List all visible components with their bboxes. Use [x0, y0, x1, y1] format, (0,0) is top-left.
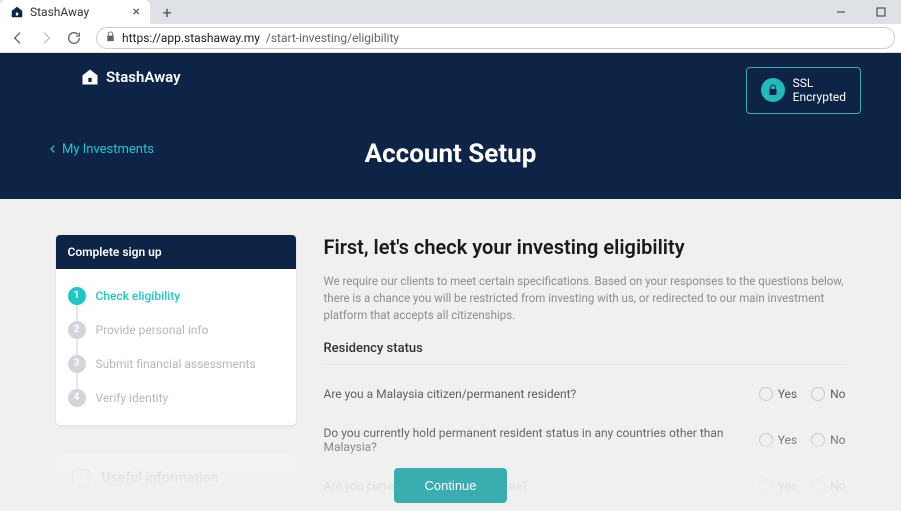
step-number: 3: [68, 355, 86, 373]
window-controls: [821, 0, 901, 24]
main-heading: First, let's check your investing eligib…: [324, 235, 846, 259]
steps-list: 1 Check eligibility 2 Provide personal i…: [56, 269, 296, 425]
continue-button[interactable]: Continue: [394, 468, 506, 503]
reload-button[interactable]: [62, 26, 86, 50]
back-link-label: My Investments: [62, 142, 154, 157]
step-number: 4: [68, 389, 86, 407]
browser-tab[interactable]: StashAway ×: [0, 0, 150, 24]
section-title: Residency status: [324, 341, 846, 365]
address-bar: https://app.stashaway.my/start-investing…: [0, 24, 901, 52]
step-label: Check eligibility: [96, 289, 181, 303]
option-no[interactable]: No: [811, 387, 845, 401]
house-icon: [80, 67, 100, 87]
step-number: 1: [68, 287, 86, 305]
radio-icon: [811, 387, 825, 401]
chevron-left-icon: [48, 144, 58, 154]
tab-title: StashAway: [30, 5, 89, 19]
app-header: StashAway SSL Encrypted My Investments A…: [0, 53, 901, 199]
content-area: Complete sign up 1 Check eligibility 2 P…: [0, 199, 901, 511]
step-provide-personal-info[interactable]: 2 Provide personal info: [56, 313, 296, 347]
step-verify-identity[interactable]: 4 Verify identity: [56, 381, 296, 415]
brand-text: StashAway: [106, 68, 181, 86]
browser-chrome: StashAway × + https://app.stashaway.my/s…: [0, 0, 901, 53]
signup-steps-card: Complete sign up 1 Check eligibility 2 P…: [56, 235, 296, 425]
continue-bar: Continue: [0, 468, 901, 511]
sidebar-header: Complete sign up: [56, 235, 296, 269]
radio-icon: [811, 433, 825, 447]
url-path: /start-investing/eligibility: [266, 31, 399, 45]
maximize-button[interactable]: [861, 0, 901, 24]
step-label: Verify identity: [96, 391, 169, 405]
option-yes[interactable]: Yes: [759, 433, 797, 447]
lock-icon: [105, 31, 116, 45]
ssl-line2: Encrypted: [793, 90, 846, 104]
ssl-lock-icon: [761, 78, 785, 102]
question-text: Do you currently hold permanent resident…: [324, 426, 759, 454]
option-yes[interactable]: Yes: [759, 387, 797, 401]
url-host: https://app.stashaway.my: [122, 31, 260, 45]
step-label: Provide personal info: [96, 323, 209, 337]
forward-button[interactable]: [34, 26, 58, 50]
question-text: Are you a Malaysia citizen/permanent res…: [324, 387, 577, 401]
brand-logo[interactable]: StashAway: [80, 67, 181, 87]
main-description: We require our clients to meet certain s…: [324, 273, 846, 325]
favicon-icon: [10, 5, 24, 19]
question-row: Are you a Malaysia citizen/permanent res…: [324, 375, 846, 414]
step-check-eligibility[interactable]: 1 Check eligibility: [56, 279, 296, 313]
close-tab-icon[interactable]: ×: [133, 5, 140, 19]
ssl-badge: SSL Encrypted: [746, 67, 861, 114]
back-button[interactable]: [6, 26, 30, 50]
question-row: Do you currently hold permanent resident…: [324, 414, 846, 467]
ssl-line1: SSL: [793, 76, 846, 90]
step-submit-financial-assessments[interactable]: 3 Submit financial assessments: [56, 347, 296, 381]
minimize-button[interactable]: [821, 0, 861, 24]
step-label: Submit financial assessments: [96, 357, 256, 371]
url-input[interactable]: https://app.stashaway.my/start-investing…: [96, 27, 895, 49]
radio-icon: [759, 387, 773, 401]
step-number: 2: [68, 321, 86, 339]
radio-icon: [759, 433, 773, 447]
tab-bar: StashAway × +: [0, 0, 901, 24]
option-no[interactable]: No: [811, 433, 845, 447]
new-tab-button[interactable]: +: [156, 1, 178, 23]
